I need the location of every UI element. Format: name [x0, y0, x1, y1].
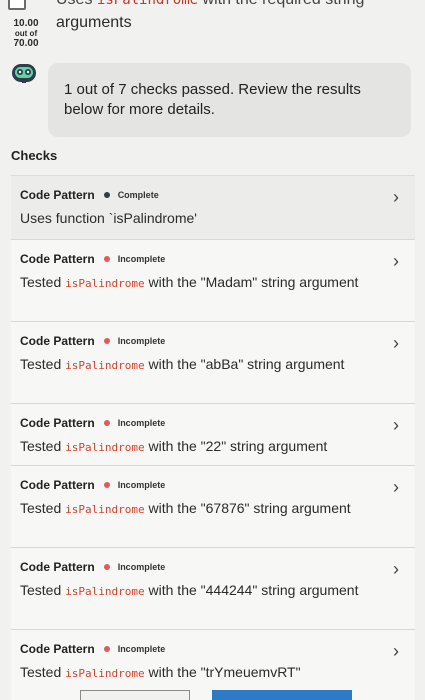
check-code: isPalindrome [65, 667, 145, 680]
checks-list: Code Pattern Complete Uses function `isP… [11, 175, 415, 700]
status-dot [103, 338, 110, 344]
check-item[interactable]: Code Pattern Incomplete Tested isPalindr… [11, 240, 415, 322]
check-code: isPalindrome [65, 359, 145, 372]
cut-text-suffix: with the required string [203, 0, 365, 8]
check-desc-text: Uses function `isPalindrome' [20, 210, 197, 226]
check-description: Uses function `isPalindrome' [20, 208, 375, 228]
chevron-right-icon[interactable]: › [393, 560, 399, 578]
check-item[interactable]: Code Pattern Incomplete Tested isPalindr… [11, 466, 415, 548]
primary-button[interactable] [212, 690, 352, 700]
check-desc-prefix: Tested [20, 582, 62, 598]
check-type: Code Pattern [20, 642, 95, 656]
check-description: Tested isPalindrome with the "Madam" str… [20, 272, 375, 294]
check-description: Tested isPalindrome with the "22" string… [20, 436, 375, 458]
check-header: Code Pattern Incomplete [20, 416, 375, 430]
check-item[interactable]: Code Pattern Incomplete Tested isPalindr… [11, 404, 415, 466]
status-dot [103, 646, 110, 652]
check-header: Code Pattern Complete [20, 188, 375, 202]
previous-item-text: Uses isPalindrome with the required stri… [56, 0, 364, 9]
check-desc-suffix: with the "trYmeuemvRT" [148, 664, 301, 680]
status-dot [103, 192, 110, 198]
check-status: Incomplete [117, 644, 166, 654]
check-description: Tested isPalindrome with the "67876" str… [20, 498, 375, 520]
check-desc-suffix: with the "444244" string argument [148, 582, 359, 598]
check-desc-suffix: with the "67876" string argument [148, 500, 351, 516]
check-item[interactable]: Code Pattern Complete Uses function `isP… [11, 175, 415, 240]
score-value: 10.00 [13, 18, 39, 29]
check-status: Incomplete [117, 418, 166, 428]
check-description: Tested isPalindrome with the "444244" st… [20, 580, 375, 602]
check-desc-prefix: Tested [20, 274, 62, 290]
check-type: Code Pattern [20, 334, 95, 348]
chevron-right-icon[interactable]: › [393, 188, 399, 206]
bottom-action-bar [0, 690, 425, 700]
status-dot [103, 564, 110, 570]
chevron-right-icon[interactable]: › [393, 642, 399, 660]
status-dot [103, 256, 110, 262]
chevron-right-icon[interactable]: › [393, 478, 399, 496]
check-code: isPalindrome [65, 441, 145, 454]
check-desc-suffix: with the "Madam" string argument [148, 274, 359, 290]
check-code: isPalindrome [65, 277, 145, 290]
status-dot [103, 482, 110, 488]
check-desc-prefix: Tested [20, 500, 62, 516]
cut-text-prefix: Uses [56, 0, 92, 8]
secondary-button[interactable] [80, 690, 190, 700]
check-code: isPalindrome [65, 503, 145, 516]
check-desc-prefix: Tested [20, 664, 62, 680]
score-max: 70.00 [13, 38, 39, 49]
check-header: Code Pattern Incomplete [20, 642, 375, 656]
check-status: Incomplete [117, 336, 166, 346]
check-status: Incomplete [117, 254, 166, 264]
chevron-right-icon[interactable]: › [393, 416, 399, 434]
check-status: Incomplete [117, 480, 166, 490]
check-desc-prefix: Tested [20, 438, 62, 454]
check-type: Code Pattern [20, 252, 95, 266]
status-dot [103, 420, 110, 426]
check-status: Complete [117, 190, 159, 200]
check-item[interactable]: Code Pattern Incomplete Tested isPalindr… [11, 548, 415, 630]
item-title: arguments [56, 14, 132, 31]
results-message: 1 out of 7 checks passed. Review the res… [64, 81, 361, 118]
check-description: Tested isPalindrome with the "abBa" stri… [20, 354, 375, 376]
check-type: Code Pattern [20, 478, 95, 492]
check-type: Code Pattern [20, 188, 95, 202]
check-type: Code Pattern [20, 560, 95, 574]
check-header: Code Pattern Incomplete [20, 252, 375, 266]
check-header: Code Pattern Incomplete [20, 560, 375, 574]
check-description: Tested isPalindrome with the "trYmeuemvR… [20, 662, 375, 684]
robot-icon [12, 64, 36, 83]
checkbox-icon[interactable] [8, 0, 26, 10]
check-header: Code Pattern Incomplete [20, 334, 375, 348]
check-type: Code Pattern [20, 416, 95, 430]
chevron-right-icon[interactable]: › [393, 252, 399, 270]
checks-heading: Checks [11, 148, 58, 163]
chevron-right-icon[interactable]: › [393, 334, 399, 352]
check-code: isPalindrome [65, 585, 145, 598]
cut-text-code: isPalindrome [96, 0, 199, 8]
score-badge: 10.00 out of 70.00 [6, 19, 46, 49]
check-header: Code Pattern Incomplete [20, 478, 375, 492]
check-desc-suffix: with the "abBa" string argument [148, 356, 345, 372]
results-summary: 1 out of 7 checks passed. Review the res… [48, 63, 411, 137]
check-desc-suffix: with the "22" string argument [148, 438, 328, 454]
check-desc-prefix: Tested [20, 356, 62, 372]
previous-item-cut: Uses isPalindrome with the required stri… [0, 0, 425, 10]
check-item[interactable]: Code Pattern Incomplete Tested isPalindr… [11, 322, 415, 404]
check-status: Incomplete [117, 562, 166, 572]
